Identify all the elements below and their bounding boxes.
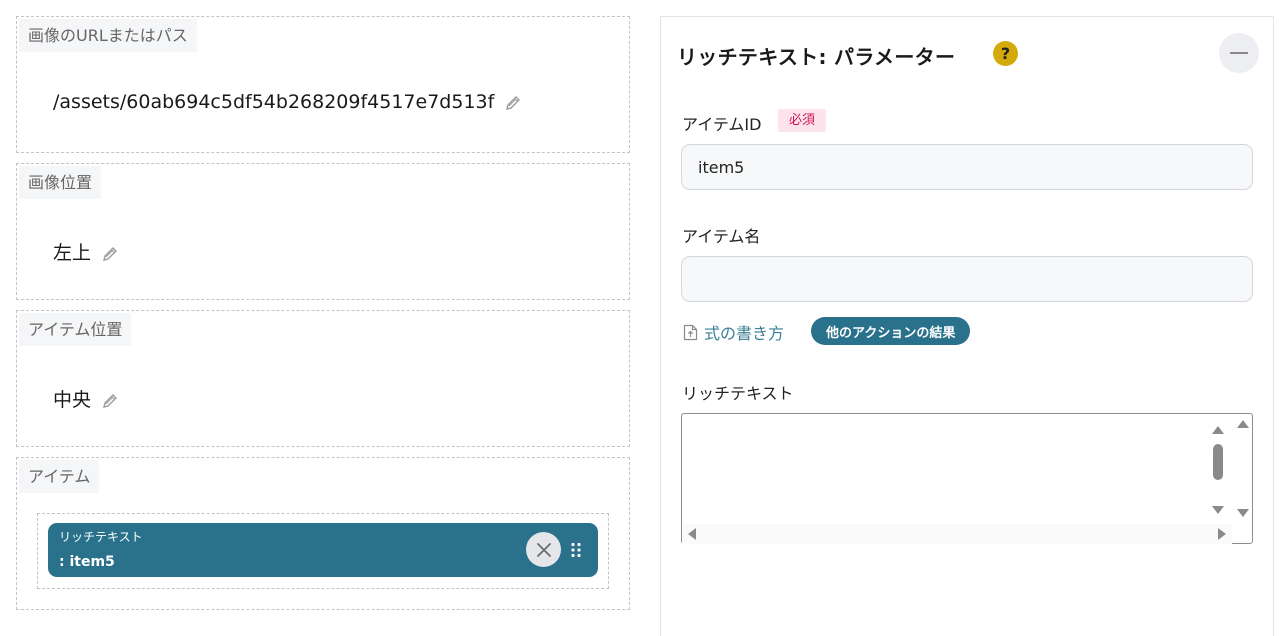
item-name-input[interactable]	[681, 256, 1253, 302]
formula-help-text: 式の書き方	[704, 324, 785, 343]
collapse-panel-button[interactable]	[1219, 33, 1259, 73]
items-section: アイテム リッチテキスト : item5	[16, 457, 630, 610]
image-url-value: /assets/60ab694c5df54b268209f4517e7d513f	[53, 91, 495, 113]
inner-vertical-scrollbar[interactable]	[1208, 418, 1228, 522]
scroll-up-arrow-icon[interactable]	[1237, 420, 1249, 428]
panel-title: リッチテキスト: パラメーター	[677, 45, 956, 69]
image-position-label: 画像位置	[19, 166, 102, 199]
item-chip-rich-text[interactable]: リッチテキスト : item5	[48, 523, 598, 577]
formula-help-link[interactable]: 式の書き方	[683, 320, 784, 344]
item-position-value: 中央	[53, 389, 92, 411]
item-chip-type: リッチテキスト	[59, 530, 143, 544]
image-position-value: 左上	[53, 242, 92, 264]
item-drop-zone[interactable]: リッチテキスト : item5	[37, 513, 609, 589]
image-position-section: 画像位置 左上	[16, 163, 630, 300]
scroll-right-arrow-icon[interactable]	[1218, 528, 1226, 540]
pencil-icon[interactable]	[101, 392, 119, 410]
item-position-label: アイテム位置	[19, 313, 132, 346]
outer-vertical-scrollbar[interactable]	[1233, 414, 1253, 522]
image-url-value-row[interactable]: /assets/60ab694c5df54b268209f4517e7d513f	[53, 91, 522, 113]
help-icon[interactable]: ?	[993, 41, 1018, 66]
item-id-input[interactable]: item5	[681, 144, 1253, 190]
item-position-section: アイテム位置 中央	[16, 310, 630, 447]
scroll-down-arrow-icon[interactable]	[1237, 509, 1249, 517]
item-position-value-row[interactable]: 中央	[53, 385, 119, 412]
scroll-down-arrow-icon[interactable]	[1212, 506, 1224, 514]
pencil-icon[interactable]	[504, 94, 522, 112]
remove-item-button[interactable]	[526, 532, 561, 567]
items-label: アイテム	[19, 460, 100, 493]
rich-text-editor[interactable]	[681, 413, 1253, 544]
close-icon	[536, 542, 551, 557]
horizontal-scrollbar[interactable]	[682, 524, 1232, 544]
other-action-result-button[interactable]: 他のアクションの結果	[811, 317, 971, 345]
image-position-value-row[interactable]: 左上	[53, 238, 119, 265]
item-name-label: アイテム名	[682, 227, 761, 246]
item-chip-name: : item5	[59, 554, 115, 570]
required-badge: 必須	[778, 109, 827, 132]
scroll-left-arrow-icon[interactable]	[688, 528, 696, 540]
item-id-label: アイテムID	[682, 115, 762, 134]
scroll-up-arrow-icon[interactable]	[1212, 426, 1224, 434]
image-url-label: 画像のURLまたはパス	[19, 19, 197, 52]
document-icon	[683, 324, 698, 340]
parameter-panel: リッチテキスト: パラメーター ? アイテムID 必須 item5 アイテム名 …	[660, 16, 1274, 636]
drag-handle-icon[interactable]	[570, 542, 582, 558]
minus-icon	[1230, 52, 1248, 54]
scroll-thumb[interactable]	[1213, 444, 1223, 480]
image-url-section: 画像のURLまたはパス /assets/60ab694c5df54b268209…	[16, 16, 630, 153]
rich-text-label: リッチテキスト	[682, 384, 794, 403]
pencil-icon[interactable]	[101, 245, 119, 263]
